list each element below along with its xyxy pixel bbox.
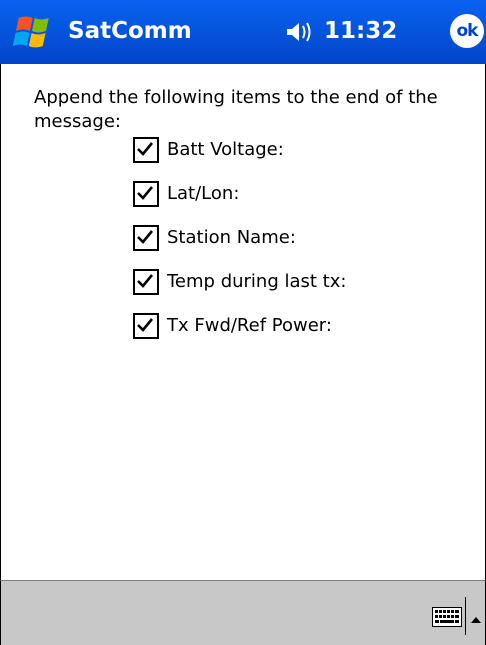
append-options-list: Batt Voltage: Lat/Lon: Station Name: Tem… [133,137,346,357]
checkmark-icon [137,142,154,156]
title-bar: SatComm 11:32 ok [0,0,486,64]
option-label: Lat/Lon: [167,183,240,204]
instructions-text: Append the following items to the end of… [34,87,438,132]
checkmark-icon [137,274,154,288]
checkmark-icon [137,186,154,200]
option-temp-last-tx[interactable]: Temp during last tx: [133,269,346,313]
checkmark-icon [137,230,154,244]
menu-bar [0,580,486,645]
lat-lon-checkbox[interactable] [133,181,159,207]
clock[interactable]: 11:32 [324,14,397,48]
temp-last-tx-checkbox[interactable] [133,269,159,295]
speaker-icon[interactable] [286,19,316,45]
settings-content: Append the following items to the end of… [0,64,486,580]
option-station-name[interactable]: Station Name: [133,225,346,269]
station-name-checkbox[interactable] [133,225,159,251]
tx-power-checkbox[interactable] [133,313,159,339]
batt-voltage-checkbox[interactable] [133,137,159,163]
checkmark-icon [137,318,154,332]
ok-button[interactable]: ok [450,14,484,48]
chevron-up-icon[interactable] [470,609,482,623]
sip-divider [465,597,466,635]
keyboard-icon[interactable] [432,607,462,627]
option-label: Tx Fwd/Ref Power: [167,315,332,336]
option-lat-lon[interactable]: Lat/Lon: [133,181,346,225]
option-tx-power[interactable]: Tx Fwd/Ref Power: [133,313,346,357]
start-button[interactable] [10,12,56,54]
option-label: Station Name: [167,227,296,248]
pocketpc-screen: SatComm 11:32 ok Append the following it… [0,0,486,645]
option-label: Batt Voltage: [167,139,284,160]
windows-start-icon [12,16,49,48]
app-title: SatComm [68,18,192,44]
option-label: Temp during last tx: [167,271,347,292]
option-batt-voltage[interactable]: Batt Voltage: [133,137,346,181]
